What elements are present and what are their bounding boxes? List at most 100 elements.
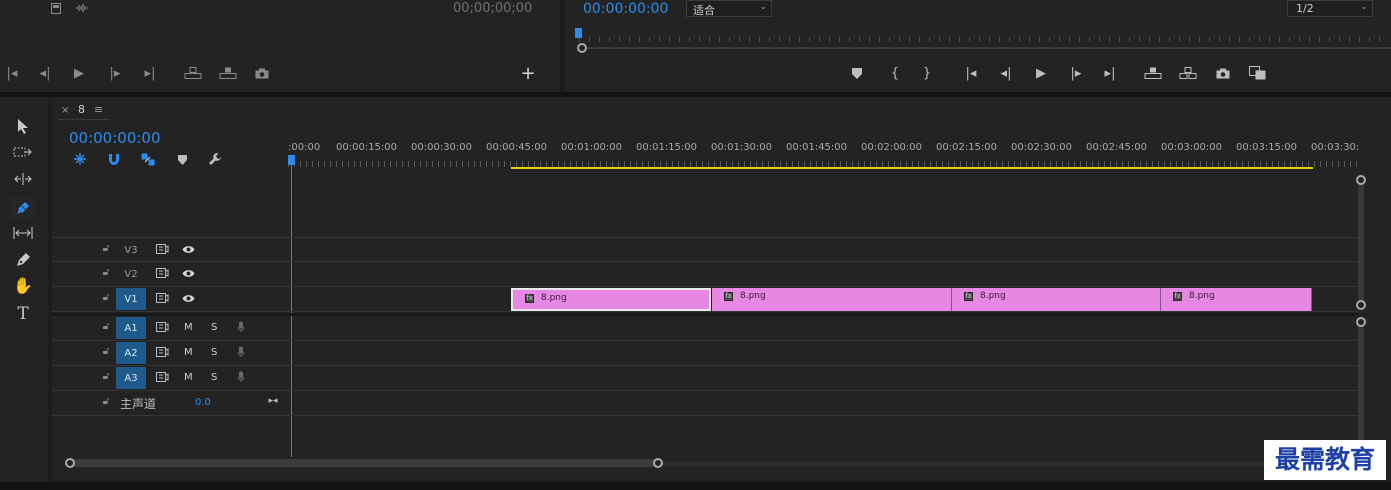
track-target-a2[interactable]: A2 [116,342,146,364]
lock-icon[interactable]: 🔓︎ [100,243,112,255]
sync-lock-icon[interactable] [155,346,169,358]
lock-icon[interactable]: 🔓︎ [100,321,112,333]
microphone-icon[interactable] [235,320,247,334]
mute-button[interactable]: M [184,322,193,333]
insert-icon[interactable] [183,66,203,80]
selection-tool-icon[interactable] [12,117,34,135]
extract-icon[interactable] [1178,66,1198,80]
hand-tool-icon[interactable]: ✋ [12,277,34,295]
sync-lock-icon[interactable] [155,292,169,304]
program-scrub-handle[interactable] [577,43,587,53]
overwrite-icon[interactable] [218,66,238,80]
audio-scroll-handle-top[interactable] [1356,317,1366,327]
mark-in-icon[interactable]: { [889,66,901,80]
program-mini-ruler[interactable] [579,30,1389,42]
eye-icon[interactable] [181,292,195,304]
eye-icon[interactable] [181,267,195,279]
step-back-icon[interactable]: ◂| [38,66,52,80]
lift-icon[interactable] [1143,66,1163,80]
eye-icon[interactable] [181,243,195,255]
pen-tool-icon[interactable] [12,251,34,269]
clip-selected[interactable]: fx 8.png [511,288,711,311]
ripple-edit-tool-icon[interactable] [12,170,34,188]
fx-badge: fx [1173,292,1182,301]
lock-icon[interactable]: 🔓︎ [100,396,112,408]
go-to-in-icon[interactable]: |◂ [962,66,980,80]
source-timecode[interactable]: 00;00;00;00 [453,1,532,16]
wrench-icon[interactable] [207,152,223,166]
track-target-v3[interactable]: V3 [116,239,146,261]
waveform-icon[interactable] [74,2,90,14]
video-scroll-handle-bottom[interactable] [1356,300,1366,310]
solo-button[interactable]: S [211,322,217,333]
slip-tool-icon[interactable] [12,224,34,242]
linked-selection-icon[interactable] [140,152,156,166]
play-icon[interactable]: ▶ [72,66,86,80]
go-to-in-icon[interactable]: |◂ [4,66,20,80]
step-forward-icon[interactable]: |▸ [108,66,122,80]
go-to-end-icon[interactable]: ▸◂ [266,395,280,407]
track-target-a3[interactable]: A3 [116,367,146,389]
clip-label: 8.png [740,291,766,301]
snap-magnet-icon[interactable] [106,152,122,166]
track-select-tool-icon[interactable] [12,143,34,161]
horizontal-scroll-handle-left[interactable] [65,458,75,468]
timeline-tab-close-icon[interactable]: × [61,105,69,116]
timeline-timecode[interactable]: 00:00:00:00 [69,129,161,147]
resolution-select[interactable]: 1/2 ⌄ [1287,0,1373,17]
mute-button[interactable]: M [184,372,193,383]
chevron-down-icon: ⌄ [759,2,767,12]
razor-tool-button[interactable] [10,196,36,220]
camera-icon[interactable] [254,66,270,80]
add-button-icon[interactable]: + [520,65,536,83]
type-tool-icon[interactable]: T [12,304,34,324]
sync-lock-icon[interactable] [155,371,169,383]
marker-icon[interactable] [851,66,863,80]
solo-button[interactable]: S [211,347,217,358]
add-marker-icon[interactable] [176,153,188,166]
clip[interactable]: fx 8.png [1161,288,1312,311]
program-timecode[interactable]: 00:00:00:00 [583,1,668,17]
clip[interactable]: fx 8.png [952,288,1161,311]
mark-out-icon[interactable]: } [921,66,933,80]
timeline-playhead-marker[interactable] [288,155,295,165]
timeline-tab-menu-icon[interactable]: ≡ [94,103,103,116]
lock-icon[interactable]: 🔓︎ [100,346,112,358]
horizontal-scrollbar-thumb[interactable] [70,459,660,467]
solo-button[interactable]: S [211,372,217,383]
clip[interactable]: fx 8.png [712,288,952,311]
camera-icon[interactable] [1215,66,1231,80]
track-target-v1[interactable]: V1 [116,288,146,310]
play-icon[interactable]: ▶ [1033,66,1049,80]
nest-sequences-icon[interactable] [72,152,88,166]
lock-icon[interactable]: 🔓︎ [100,292,112,304]
mute-button[interactable]: M [184,347,193,358]
go-to-out-icon[interactable]: ▸| [1101,66,1119,80]
ruler-label: 00:00:15:00 [336,142,398,153]
sync-lock-icon[interactable] [155,321,169,333]
step-forward-icon[interactable]: |▸ [1068,66,1084,80]
timeline-tab-label[interactable]: 8 [78,103,85,116]
track-target-a1[interactable]: A1 [116,317,146,339]
track-target-v2[interactable]: V2 [116,263,146,285]
sync-lock-icon[interactable] [155,243,169,255]
lock-icon[interactable]: 🔓︎ [100,267,112,279]
video-scroll-handle-top[interactable] [1356,175,1366,185]
go-to-out-icon[interactable]: ▸| [142,66,158,80]
microphone-icon[interactable] [235,370,247,384]
program-playhead-marker[interactable] [575,28,582,38]
film-icon[interactable] [50,2,62,14]
ruler-label: 00:01:15:00 [636,142,698,153]
video-vertical-scrollbar[interactable] [1358,180,1364,306]
sync-lock-icon[interactable] [155,267,169,279]
program-scrub-bar[interactable] [583,47,1391,49]
compare-view-icon[interactable] [1248,65,1268,81]
zoom-select[interactable]: 适合 ⌄ [686,0,772,17]
master-volume-value[interactable]: 0.0 [195,397,211,408]
microphone-icon[interactable] [235,345,247,359]
step-back-icon[interactable]: ◂| [998,66,1014,80]
lock-icon[interactable]: 🔓︎ [100,371,112,383]
horizontal-scroll-handle-right[interactable] [653,458,663,468]
audio-vertical-scrollbar[interactable] [1358,320,1364,460]
work-area-bar[interactable] [511,167,1313,169]
